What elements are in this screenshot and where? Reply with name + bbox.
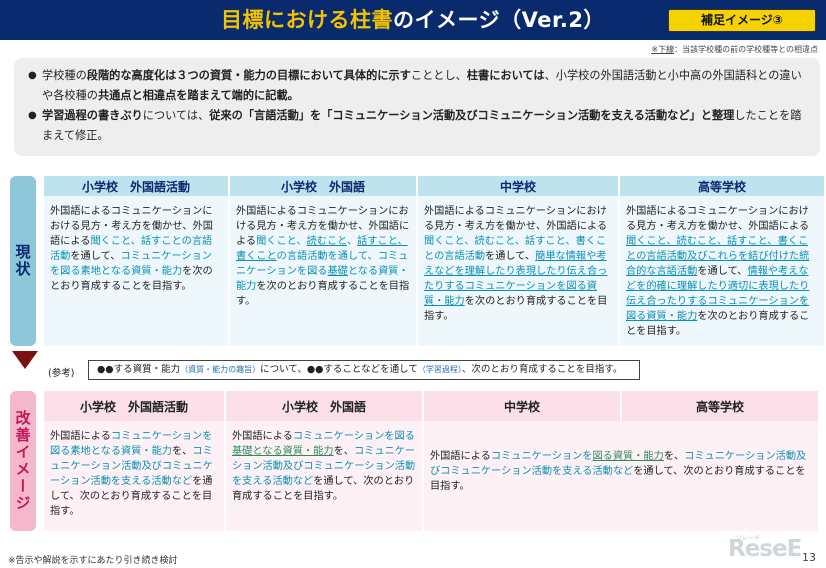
current-cell-1-segment: 読むこと: [306, 236, 347, 247]
current-cell-2-segment: を通して、: [485, 251, 536, 262]
improved-header-high-school: 高等学校: [622, 391, 818, 421]
improved-cell-1-segment: を、: [333, 446, 354, 457]
supplement-badge: 補足イメージ③: [668, 9, 816, 32]
current-cell-elem-activity: 外国語によるコミュニケーションにおける見方・考え方を働かせ、外国語による聞くこと…: [44, 196, 228, 346]
current-cell-junior-high: 外国語によるコミュニケーションにおける見方・考え方を働かせ、外国語による聞くこと…: [418, 196, 618, 346]
summary-bullet-2-segment: については、: [142, 109, 210, 122]
current-table: 小学校 外国語活動 小学校 外国語 中学校 高等学校 外国語によるコミュニケーシ…: [44, 176, 824, 346]
underline-note-label: ※下線: [651, 45, 675, 54]
improved-cell-0-segment: を、: [171, 446, 193, 457]
current-header-junior-high: 中学校: [418, 176, 618, 196]
summary-box: 学校種の段階的な高度化は３つの資質・能力の目標において具体的に示すこととし、柱書…: [14, 58, 820, 156]
improved-cell-1-segment: 基礎となる資質・能力: [232, 446, 334, 457]
current-cell-high-school: 外国語によるコミュニケーションにおける見方・考え方を働かせ、外国語による聞くこと…: [620, 196, 824, 346]
improved-header-junior-high: 中学校: [424, 391, 620, 421]
current-cell-1-segment: 、: [346, 236, 358, 247]
section-label-improved: 改善イメージ: [10, 391, 36, 531]
current-cell-1-segment: 聞くこと、: [256, 236, 307, 247]
reference-part-4: （学習過程）: [417, 365, 462, 374]
underline-note: ※下線：当該学校種の前の学校種等との相違点: [651, 44, 818, 55]
reference-box: ●●する資質・能力（資質・能力の趣旨）について、●●することなどを通して（学習過…: [88, 360, 640, 380]
summary-bullet-1: 学校種の段階的な高度化は３つの資質・能力の目標において具体的に示すこととし、柱書…: [28, 66, 810, 106]
summary-bullet-2: 学習過程の書きぶりについては、従来の「言語活動」を「コミュニケーション活動及びコ…: [28, 106, 810, 146]
improved-cell-elem-activity: 外国語によるコミュニケーションを図る素地となる資質・能力を、コミュニケーション活…: [44, 421, 224, 531]
current-cell-2-segment: 外国語によるコミュニケーションにおける見方・考え方を働かせ、外国語による: [424, 206, 608, 232]
summary-bullet-1-segment: 段階的な高度化は３つの資質・能力の目標において具体的に示す: [86, 69, 411, 82]
reference-label: (参考): [48, 368, 75, 379]
reference-part-3: について、●●することなどを通して: [260, 364, 418, 375]
summary-bullet-1-segment: 学校種の: [42, 69, 87, 82]
title-highlight: 目標における柱書: [221, 8, 394, 32]
improved-cell-elem-language: 外国語によるコミュニケーションを図る基礎となる資質・能力を、コミュニケーション活…: [226, 421, 422, 531]
summary-bullet-2-segment: 学習過程の書きぶり: [42, 109, 143, 122]
improved-cell-2-segment: 外国語による: [430, 451, 491, 462]
improved-header-elem-activity: 小学校 外国語活動: [44, 391, 224, 421]
improved-cell-2-segment: を、: [663, 451, 685, 462]
current-cell-3-segment: 外国語によるコミュニケーションにおける見方・考え方を働かせ、外国語による: [626, 206, 810, 232]
summary-bullet-1-segment: 共通点と相違点を踏まえて端的に記載。: [97, 89, 299, 102]
footer-note: ※告示や解説を示すにあたり引き続き検討: [8, 556, 178, 566]
improved-header-elem-language: 小学校 外国語: [226, 391, 422, 421]
improved-cell-1-segment: 外国語による: [232, 431, 293, 442]
summary-bullet-1-segment: こととし、: [410, 69, 467, 82]
current-header-high-school: 高等学校: [620, 176, 824, 196]
improved-cell-2-segment: コミュニケーションを: [490, 451, 593, 462]
page-number: 13: [802, 551, 816, 564]
title-rest: のイメージ（Ver.2）: [393, 8, 605, 32]
underline-note-text: ：当該学校種の前の学校種等との相違点: [674, 45, 818, 54]
current-cell-0-segment: を通して、: [70, 251, 121, 262]
reference-part-2: （資質・能力の趣旨）: [180, 365, 261, 374]
current-cell-1-segment: 基礎: [327, 266, 348, 277]
current-cell-elem-language: 外国語によるコミュニケーションにおける見方・考え方を働かせ、外国語による聞くこと…: [230, 196, 416, 346]
current-header-elem-language: 小学校 外国語: [230, 176, 416, 196]
summary-bullet-2-segment: 従来の「言語活動」を「コミュニケーション活動及びコミュニケーション活動を支える活…: [209, 109, 735, 122]
current-header-elem-activity: 小学校 外国語活動: [44, 176, 228, 196]
reference-part-5: 、次のとおり育成することを目指す。: [461, 364, 623, 375]
reference-part-1: ●●する資質・能力: [97, 364, 181, 375]
summary-bullet-1-segment: 柱書においては: [466, 69, 545, 82]
improved-cell-1-segment: コミュニケーションを図る: [292, 431, 415, 442]
improved-cell-2-segment: 図る資質・能力: [592, 451, 664, 462]
improved-cell-0-segment: 外国語による: [50, 431, 111, 442]
down-arrow-icon: [12, 351, 38, 369]
improved-cell-junior-senior: 外国語によるコミュニケーションを図る資質・能力を、コミュニケーション活動及びコミ…: [424, 421, 818, 531]
current-cell-3-segment: を通して、: [697, 266, 748, 277]
section-label-current: 現状: [10, 176, 36, 346]
current-cell-1-segment: を次のとおり育成することを目指す。: [236, 281, 410, 307]
improved-table: 小学校 外国語活動 小学校 外国語 中学校 高等学校 外国語によるコミュニケーシ…: [44, 391, 818, 531]
